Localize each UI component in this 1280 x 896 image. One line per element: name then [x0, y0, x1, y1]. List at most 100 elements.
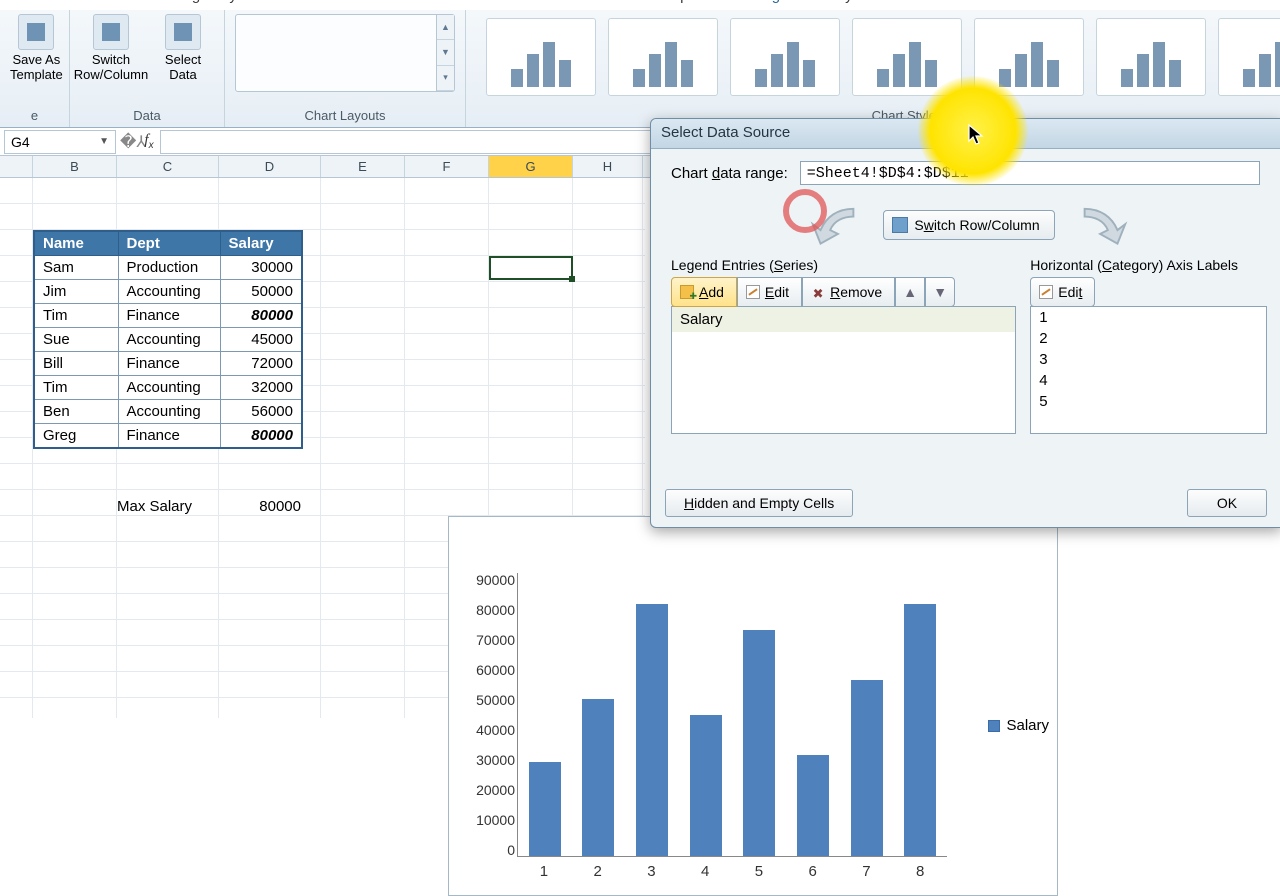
chart-style-thumb[interactable] — [730, 18, 840, 96]
chart-bar — [582, 699, 614, 856]
tab-insert[interactable]: Insert — [90, 0, 140, 4]
edit-category-button[interactable]: Edit — [1030, 277, 1095, 307]
select-data-source-dialog: Select Data Source Chart data range: Swi… — [650, 118, 1280, 528]
th-name: Name — [34, 231, 118, 256]
active-cell[interactable] — [489, 256, 573, 280]
series-listbox[interactable]: Salary — [671, 306, 1016, 434]
embedded-chart[interactable]: 0100002000030000400005000060000700008000… — [448, 516, 1058, 896]
th-dept: Dept — [118, 231, 220, 256]
col-header-c[interactable]: C — [117, 156, 219, 177]
select-data-button[interactable]: Select Data — [152, 14, 214, 83]
max-salary-value: 80000 — [219, 498, 301, 515]
legend-swatch — [988, 720, 1000, 732]
ribbon: Save As Template e Switch Row/Column Sel… — [0, 10, 1280, 128]
switch-icon — [93, 14, 129, 50]
template-icon — [18, 14, 54, 50]
col-header-e[interactable]: E — [321, 156, 405, 177]
th-salary: Salary — [220, 231, 302, 256]
ribbon-tabs: Home Insert Page Layout Formulas Data Re… — [0, 0, 1280, 10]
col-header-h[interactable]: H — [573, 156, 643, 177]
chart-layouts-gallery[interactable]: ▲▼▾ — [235, 14, 455, 92]
move-up-button[interactable]: ▲ — [895, 277, 925, 307]
select-data-icon — [165, 14, 201, 50]
table-row[interactable]: GregFinance80000 — [34, 424, 302, 449]
col-header-b[interactable]: B — [33, 156, 117, 177]
add-series-button[interactable]: Add — [671, 277, 737, 307]
table-row[interactable]: BenAccounting56000 — [34, 400, 302, 424]
chart-style-thumb[interactable] — [486, 18, 596, 96]
table-row[interactable]: BillFinance72000 — [34, 352, 302, 376]
tab-data[interactable]: Data — [394, 0, 438, 4]
chart-styles-gallery[interactable] — [476, 14, 1280, 105]
chart-data-range-input[interactable] — [800, 161, 1260, 185]
col-header-g[interactable]: G — [489, 156, 573, 177]
fx-icon[interactable]: fx — [138, 132, 160, 151]
add-icon — [680, 285, 694, 299]
chart-style-thumb[interactable] — [608, 18, 718, 96]
table-row[interactable]: SamProduction30000 — [34, 256, 302, 280]
ok-button[interactable]: OK — [1187, 489, 1267, 517]
chart-data-range-label: Chart data range: — [671, 165, 788, 182]
salary-table[interactable]: Name Dept Salary SamProduction30000JimAc… — [33, 230, 303, 449]
list-item[interactable]: Salary — [672, 307, 1015, 332]
list-item[interactable]: 2 — [1031, 328, 1266, 349]
chart-bar — [797, 755, 829, 856]
chart-bar — [636, 604, 668, 856]
chart-bars — [517, 573, 947, 857]
edit-series-button[interactable]: Edit — [737, 277, 802, 307]
group-label-chart-layouts: Chart Layouts — [235, 105, 455, 127]
click-indicator-ring — [783, 189, 827, 233]
col-header[interactable] — [0, 156, 33, 177]
chart-style-thumb[interactable] — [1218, 18, 1280, 96]
max-salary-row: Max Salary 80000 — [117, 498, 301, 515]
chart-bar — [743, 630, 775, 856]
chart-x-axis: 12345678 — [517, 863, 947, 885]
tab-developer[interactable]: Developer — [627, 0, 707, 4]
category-axis-header: Horizontal (Category) Axis Labels — [1030, 257, 1267, 273]
tab-home[interactable]: Home — [10, 0, 62, 4]
group-label-data: Data — [80, 105, 214, 127]
table-row[interactable]: TimFinance80000 — [34, 304, 302, 328]
tab-design[interactable]: Design — [736, 0, 795, 4]
chart-style-thumb[interactable] — [852, 18, 962, 96]
arrow-right-icon — [1073, 203, 1131, 247]
chart-bar — [851, 680, 883, 856]
col-header-f[interactable]: F — [405, 156, 489, 177]
tab-formulas[interactable]: Formulas — [292, 0, 367, 4]
col-header-d[interactable]: D — [219, 156, 321, 177]
save-as-template-button[interactable]: Save As Template — [10, 14, 63, 83]
legend-entries-header: Legend Entries (Series) — [671, 257, 1016, 273]
dialog-title[interactable]: Select Data Source — [651, 119, 1280, 149]
chart-bar — [690, 715, 722, 857]
hidden-empty-cells-button[interactable]: Hidden and Empty Cells — [665, 489, 853, 517]
chart-y-axis: 0100002000030000400005000060000700008000… — [459, 573, 515, 857]
tab-view[interactable]: View — [555, 0, 599, 4]
switch-row-column-button[interactable]: Switch Row/Column — [80, 14, 142, 83]
name-box[interactable]: G4 ▼ — [4, 130, 116, 154]
move-down-button[interactable]: ▼ — [925, 277, 955, 307]
tab-format[interactable]: Format — [908, 0, 968, 4]
list-item[interactable]: 5 — [1031, 391, 1266, 412]
category-listbox[interactable]: 12345 — [1030, 306, 1267, 434]
remove-series-button[interactable]: Remove — [802, 277, 895, 307]
edit-icon — [1039, 285, 1053, 299]
tab-layout[interactable]: Layout — [823, 0, 880, 4]
remove-icon — [811, 285, 825, 299]
list-item[interactable]: 4 — [1031, 370, 1266, 391]
name-box-value: G4 — [11, 134, 30, 150]
chart-style-thumb[interactable] — [974, 18, 1084, 96]
table-row[interactable]: JimAccounting50000 — [34, 280, 302, 304]
list-item[interactable]: 1 — [1031, 307, 1266, 328]
group-label-type: e — [10, 105, 59, 127]
name-box-dropdown-icon[interactable]: ▼ — [99, 136, 109, 147]
chart-bar — [904, 604, 936, 856]
tab-page-layout[interactable]: Page Layout — [168, 0, 264, 4]
table-row[interactable]: TimAccounting32000 — [34, 376, 302, 400]
switch-row-column-dialog-button[interactable]: Switch Row/Column — [883, 210, 1054, 240]
tab-review[interactable]: Review — [466, 0, 527, 4]
chart-bar — [529, 762, 561, 856]
chart-style-thumb[interactable] — [1096, 18, 1206, 96]
table-row[interactable]: SueAccounting45000 — [34, 328, 302, 352]
switch-icon — [892, 217, 908, 233]
list-item[interactable]: 3 — [1031, 349, 1266, 370]
